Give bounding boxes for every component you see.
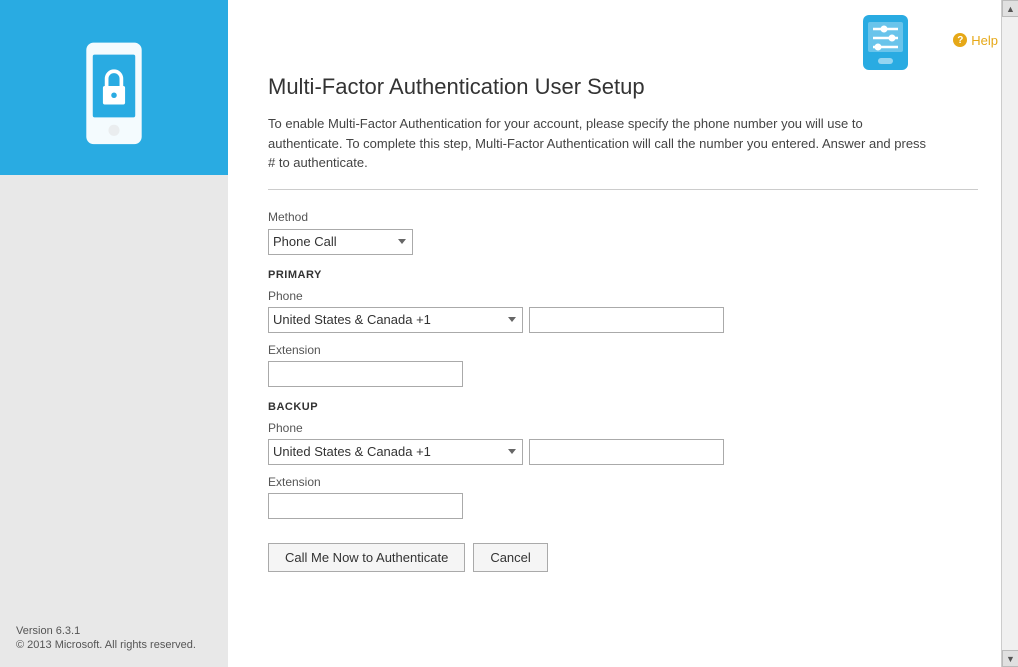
content-area: Multi-Factor Authentication User Setup T… — [228, 74, 1018, 667]
description-text: To enable Multi-Factor Authentication fo… — [268, 114, 928, 173]
backup-extension-label: Extension — [268, 475, 978, 489]
backup-country-select[interactable]: United States & Canada +1 United Kingdom… — [268, 439, 523, 465]
main-content: ? Help Multi-Factor Authentication User … — [228, 0, 1018, 667]
help-link[interactable]: ? Help — [953, 10, 998, 70]
primary-phone-input[interactable] — [529, 307, 724, 333]
backup-section-header: BACKUP — [268, 401, 978, 413]
mfa-device-icon — [858, 10, 913, 70]
method-label: Method — [268, 210, 978, 224]
cancel-button[interactable]: Cancel — [473, 543, 547, 572]
primary-phone-section: Phone United States & Canada +1 United K… — [268, 289, 978, 333]
help-icon: ? — [953, 33, 967, 47]
method-section: Method Phone Call Text Message Mobile Ap… — [268, 210, 978, 255]
backup-phone-label: Phone — [268, 421, 978, 435]
call-authenticate-button[interactable]: Call Me Now to Authenticate — [268, 543, 465, 572]
copyright-text: © 2013 Microsoft. All rights reserved. — [16, 639, 212, 651]
primary-extension-label: Extension — [268, 343, 978, 357]
primary-section-header: PRIMARY — [268, 269, 978, 281]
phone-lock-icon — [69, 38, 159, 158]
primary-phone-row: United States & Canada +1 United Kingdom… — [268, 307, 978, 333]
sidebar-header — [0, 0, 228, 175]
scroll-down-arrow[interactable]: ▼ — [1002, 650, 1018, 667]
button-row: Call Me Now to Authenticate Cancel — [268, 543, 978, 572]
backup-phone-row: United States & Canada +1 United Kingdom… — [268, 439, 978, 465]
primary-extension-section: Extension — [268, 343, 978, 387]
primary-extension-input[interactable] — [268, 361, 463, 387]
primary-country-select[interactable]: United States & Canada +1 United Kingdom… — [268, 307, 523, 333]
scroll-up-arrow[interactable]: ▲ — [1002, 0, 1018, 17]
help-label: Help — [971, 33, 998, 48]
backup-phone-section: Phone United States & Canada +1 United K… — [268, 421, 978, 465]
scrollbar[interactable]: ▲ ▼ — [1001, 0, 1018, 667]
sidebar-lower: Version 6.3.1 © 2013 Microsoft. All righ… — [0, 175, 228, 667]
backup-extension-section: Extension — [268, 475, 978, 519]
backup-extension-input[interactable] — [268, 493, 463, 519]
primary-phone-label: Phone — [268, 289, 978, 303]
divider — [268, 189, 978, 190]
version-text: Version 6.3.1 — [16, 625, 212, 637]
backup-phone-input[interactable] — [529, 439, 724, 465]
sidebar-icon-area — [34, 20, 194, 175]
page-title: Multi-Factor Authentication User Setup — [268, 74, 978, 100]
help-bar: ? Help — [228, 0, 1018, 74]
method-select[interactable]: Phone Call Text Message Mobile App — [268, 229, 413, 255]
